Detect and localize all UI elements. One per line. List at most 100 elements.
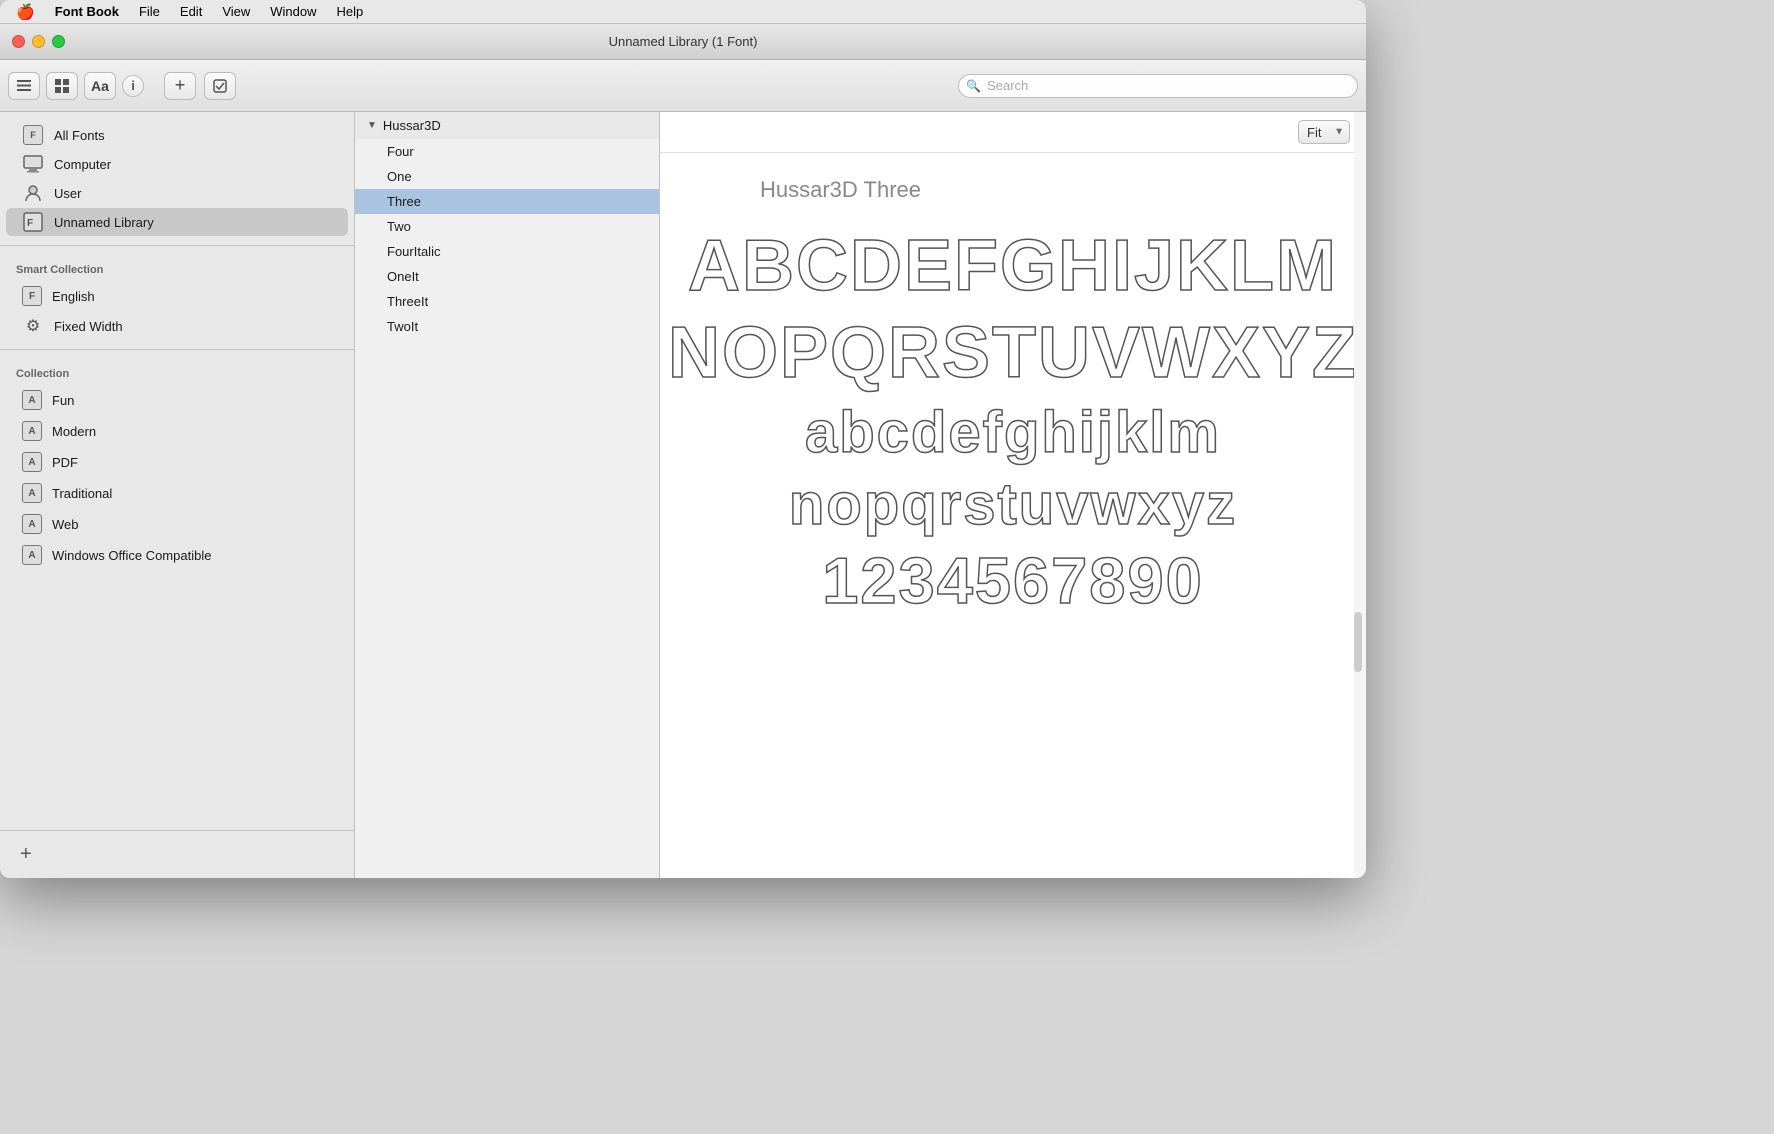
size-select-wrapper: Fit 9 12 18 24 36 48 64 72 96 144 ▼ <box>1298 120 1350 144</box>
sidebar-label-user: User <box>54 186 81 201</box>
collections-label: Collection <box>0 362 354 384</box>
menu-file[interactable]: File <box>139 4 160 19</box>
preview-row-uppercase1: ABCDEFGHIJKLM <box>700 227 1326 306</box>
mac-menubar: 🍎 Font Book File Edit View Window Help <box>0 0 1366 24</box>
preview-row-numbers: 1234567890 <box>700 545 1326 617</box>
sidebar-item-unnamed-library[interactable]: F Unnamed Library <box>6 208 348 236</box>
preview-text-uppercase1: ABCDEFGHIJKLM <box>688 227 1338 306</box>
sidebar-label-pdf: PDF <box>52 455 78 470</box>
font-item-fouritalic[interactable]: FourItalic <box>355 239 659 264</box>
sidebar-label-web: Web <box>52 517 79 532</box>
sidebar-label-unnamed-library: Unnamed Library <box>54 215 154 230</box>
user-icon <box>22 184 44 202</box>
sidebar-smart-collections-section: Smart Collection F English ⚙ Fixed Width <box>0 250 354 345</box>
preview-text-numbers: 1234567890 <box>822 545 1204 617</box>
preview-row-lowercase2: nopqrstuvwxyz <box>700 473 1326 537</box>
sidebar-add-button[interactable]: + <box>16 839 36 870</box>
add-font-button[interactable]: + <box>164 72 196 100</box>
sidebar-label-modern: Modern <box>52 424 96 439</box>
toolbar-left: Aa i <box>8 72 144 100</box>
scrollbar-track[interactable] <box>1354 112 1366 878</box>
preview-text-lowercase1: abcdefghijklm <box>805 401 1221 465</box>
preview-text-uppercase2: NOPQRSTUVWXYZ <box>668 314 1358 393</box>
search-input[interactable] <box>958 74 1358 98</box>
validate-button[interactable] <box>204 72 236 100</box>
title-bar: Unnamed Library (1 Font) <box>0 24 1366 60</box>
toolbar: Aa i + 🔍 <box>0 60 1366 112</box>
sidebar-item-web[interactable]: A Web <box>6 509 348 539</box>
sidebar-label-english: English <box>52 289 95 304</box>
maximize-button[interactable] <box>52 35 65 48</box>
sidebar-label-windows-office: Windows Office Compatible <box>52 548 211 563</box>
traditional-icon: A <box>22 483 42 503</box>
preview-row-uppercase2: NOPQRSTUVWXYZ <box>700 314 1326 393</box>
font-preview-button[interactable]: Aa <box>84 72 116 100</box>
search-wrapper: 🔍 <box>958 74 1358 98</box>
grid-icon <box>55 79 69 93</box>
all-fonts-icon: F <box>22 126 44 144</box>
scrollbar-thumb[interactable] <box>1354 612 1362 672</box>
preview-text-lowercase2: nopqrstuvwxyz <box>789 473 1237 537</box>
checkmark-icon <box>213 79 227 93</box>
minimize-button[interactable] <box>32 35 45 48</box>
size-select[interactable]: Fit 9 12 18 24 36 48 64 72 96 144 <box>1298 120 1350 144</box>
sidebar-item-english[interactable]: F English <box>6 281 348 311</box>
smart-collections-label: Smart Collection <box>0 258 354 280</box>
info-button[interactable]: i <box>122 75 144 97</box>
sidebar-item-fun[interactable]: A Fun <box>6 385 348 415</box>
sidebar-libraries-section: F All Fonts Computer <box>0 112 354 241</box>
preview-panel: Fit 9 12 18 24 36 48 64 72 96 144 ▼ <box>660 112 1366 878</box>
window-title: Unnamed Library (1 Font) <box>609 34 758 49</box>
search-icon: 🔍 <box>966 79 981 93</box>
sidebar-label-all-fonts: All Fonts <box>54 128 105 143</box>
sidebar-item-traditional[interactable]: A Traditional <box>6 478 348 508</box>
svg-text:F: F <box>27 218 33 229</box>
english-icon: F <box>22 286 42 306</box>
library-icon: F <box>22 213 44 231</box>
preview-font-name: Hussar3D Three <box>700 177 921 203</box>
group-expand-arrow: ▼ <box>367 120 377 131</box>
menu-help[interactable]: Help <box>337 4 364 19</box>
font-item-oneit[interactable]: OneIt <box>355 264 659 289</box>
font-list-panel: ▼ Hussar3D Four One Three Two FourItalic… <box>355 112 660 878</box>
menu-fontbook[interactable]: Font Book <box>55 4 119 19</box>
sidebar-label-computer: Computer <box>54 157 111 172</box>
font-item-two[interactable]: Two <box>355 214 659 239</box>
toolbar-right: 🔍 <box>244 74 1358 98</box>
font-item-one[interactable]: One <box>355 164 659 189</box>
sidebar-item-all-fonts[interactable]: F All Fonts <box>6 121 348 149</box>
web-icon: A <box>22 514 42 534</box>
content-area: F All Fonts Computer <box>0 112 1366 878</box>
font-item-twoit[interactable]: TwoIt <box>355 314 659 339</box>
sidebar-label-fixed-width: Fixed Width <box>54 319 123 334</box>
sidebar-item-computer[interactable]: Computer <box>6 150 348 178</box>
sidebar-toggle-button[interactable] <box>8 72 40 100</box>
preview-toolbar: Fit 9 12 18 24 36 48 64 72 96 144 ▼ <box>660 112 1366 153</box>
preview-row-lowercase1: abcdefghijklm <box>700 401 1326 465</box>
fixed-width-icon: ⚙ <box>22 317 44 335</box>
pdf-icon: A <box>22 452 42 472</box>
modern-icon: A <box>22 421 42 441</box>
font-item-four[interactable]: Four <box>355 139 659 164</box>
sidebar: F All Fonts Computer <box>0 112 355 878</box>
sidebar-item-user[interactable]: User <box>6 179 348 207</box>
sidebar-item-pdf[interactable]: A PDF <box>6 447 348 477</box>
font-item-threeit[interactable]: ThreeIt <box>355 289 659 314</box>
font-item-three[interactable]: Three <box>355 189 659 214</box>
sidebar-item-fixed-width[interactable]: ⚙ Fixed Width <box>6 312 348 340</box>
menu-view[interactable]: View <box>222 4 250 19</box>
menu-window[interactable]: Window <box>270 4 316 19</box>
sidebar-collections-section: Collection A Fun A Modern A PDF A Tradit… <box>0 354 354 575</box>
close-button[interactable] <box>12 35 25 48</box>
computer-icon <box>22 155 44 173</box>
sidebar-item-modern[interactable]: A Modern <box>6 416 348 446</box>
sidebar-label-traditional: Traditional <box>52 486 112 501</box>
apple-menu[interactable]: 🍎 <box>16 3 35 21</box>
menu-edit[interactable]: Edit <box>180 4 202 19</box>
fun-icon: A <box>22 390 42 410</box>
grid-view-button[interactable] <box>46 72 78 100</box>
sidebar-label-fun: Fun <box>52 393 74 408</box>
font-group-hussar3d[interactable]: ▼ Hussar3D <box>355 112 659 139</box>
preview-content: Hussar3D Three ABCDEFGHIJKLM NOPQRSTUVWX… <box>660 153 1366 878</box>
sidebar-item-windows-office[interactable]: A Windows Office Compatible <box>6 540 348 570</box>
